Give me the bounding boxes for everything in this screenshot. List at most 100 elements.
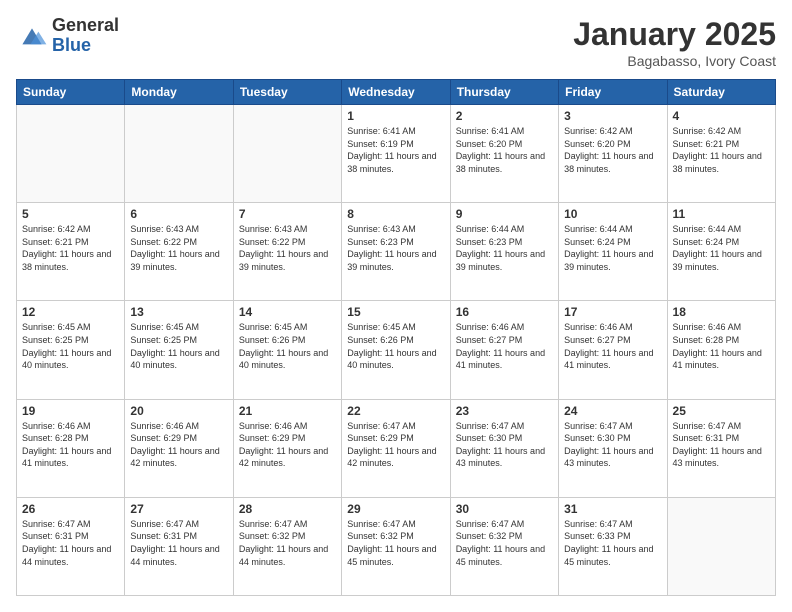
day-info: Sunrise: 6:45 AM Sunset: 6:25 PM Dayligh…: [22, 321, 119, 371]
day-number: 26: [22, 502, 119, 516]
day-info: Sunrise: 6:44 AM Sunset: 6:24 PM Dayligh…: [564, 223, 661, 273]
day-number: 1: [347, 109, 444, 123]
day-number: 4: [673, 109, 770, 123]
day-info: Sunrise: 6:44 AM Sunset: 6:23 PM Dayligh…: [456, 223, 553, 273]
day-number: 7: [239, 207, 336, 221]
day-number: 11: [673, 207, 770, 221]
day-number: 14: [239, 305, 336, 319]
table-row: [17, 105, 125, 203]
calendar-table: Sunday Monday Tuesday Wednesday Thursday…: [16, 79, 776, 596]
day-number: 19: [22, 404, 119, 418]
day-info: Sunrise: 6:46 AM Sunset: 6:27 PM Dayligh…: [456, 321, 553, 371]
calendar-week-4: 19 Sunrise: 6:46 AM Sunset: 6:28 PM Dayli…: [17, 399, 776, 497]
table-row: 28 Sunrise: 6:47 AM Sunset: 6:32 PM Dayli…: [233, 497, 341, 595]
day-info: Sunrise: 6:46 AM Sunset: 6:28 PM Dayligh…: [22, 420, 119, 470]
col-saturday: Saturday: [667, 80, 775, 105]
day-number: 13: [130, 305, 227, 319]
table-row: 27Sunrise: 6:47 AM Sunset: 6:31 PM Dayli…: [125, 497, 233, 595]
col-wednesday: Wednesday: [342, 80, 450, 105]
day-info: Sunrise: 6:45 AM Sunset: 6:25 PM Dayligh…: [130, 321, 227, 371]
day-number: 2: [456, 109, 553, 123]
day-number: 6: [130, 207, 227, 221]
table-row: 9 Sunrise: 6:44 AM Sunset: 6:23 PM Daylig…: [450, 203, 558, 301]
day-number: 20: [130, 404, 227, 418]
table-row: 25Sunrise: 6:47 AM Sunset: 6:31 PM Dayli…: [667, 399, 775, 497]
table-row: 22 Sunrise: 6:47 AM Sunset: 6:29 PM Dayli…: [342, 399, 450, 497]
day-info: Sunrise: 6:47 AM Sunset: 6:32 PM Dayligh…: [456, 518, 553, 568]
day-info: Sunrise: 6:43 AM Sunset: 6:23 PM Dayligh…: [347, 223, 444, 273]
table-row: 30 Sunrise: 6:47 AM Sunset: 6:32 PM Dayli…: [450, 497, 558, 595]
day-number: 15: [347, 305, 444, 319]
day-number: 21: [239, 404, 336, 418]
day-info: Sunrise: 6:41 AM Sunset: 6:20 PM Dayligh…: [456, 125, 553, 175]
col-thursday: Thursday: [450, 80, 558, 105]
col-tuesday: Tuesday: [233, 80, 341, 105]
day-number: 12: [22, 305, 119, 319]
table-row: 8 Sunrise: 6:43 AM Sunset: 6:23 PM Daylig…: [342, 203, 450, 301]
logo-general: General: [52, 16, 119, 36]
table-row: 12 Sunrise: 6:45 AM Sunset: 6:25 PM Dayli…: [17, 301, 125, 399]
calendar-week-3: 12 Sunrise: 6:45 AM Sunset: 6:25 PM Dayli…: [17, 301, 776, 399]
day-number: 23: [456, 404, 553, 418]
day-info: Sunrise: 6:47 AM Sunset: 6:30 PM Dayligh…: [564, 420, 661, 470]
logo-icon: [16, 22, 48, 50]
day-info: Sunrise: 6:46 AM Sunset: 6:29 PM Dayligh…: [130, 420, 227, 470]
day-number: 30: [456, 502, 553, 516]
day-info: Sunrise: 6:46 AM Sunset: 6:29 PM Dayligh…: [239, 420, 336, 470]
table-row: 16 Sunrise: 6:46 AM Sunset: 6:27 PM Dayli…: [450, 301, 558, 399]
day-info: Sunrise: 6:41 AM Sunset: 6:19 PM Dayligh…: [347, 125, 444, 175]
table-row: [125, 105, 233, 203]
table-row: 1 Sunrise: 6:41 AM Sunset: 6:19 PM Daylig…: [342, 105, 450, 203]
logo: General Blue: [16, 16, 119, 56]
page: General Blue January 2025 Bagabasso, Ivo…: [0, 0, 792, 612]
day-info: Sunrise: 6:43 AM Sunset: 6:22 PM Dayligh…: [239, 223, 336, 273]
day-info: Sunrise: 6:47 AM Sunset: 6:31 PM Dayligh…: [130, 518, 227, 568]
day-number: 8: [347, 207, 444, 221]
day-number: 22: [347, 404, 444, 418]
table-row: 18Sunrise: 6:46 AM Sunset: 6:28 PM Dayli…: [667, 301, 775, 399]
day-info: Sunrise: 6:47 AM Sunset: 6:29 PM Dayligh…: [347, 420, 444, 470]
table-row: 14 Sunrise: 6:45 AM Sunset: 6:26 PM Dayli…: [233, 301, 341, 399]
day-info: Sunrise: 6:47 AM Sunset: 6:32 PM Dayligh…: [347, 518, 444, 568]
day-number: 3: [564, 109, 661, 123]
table-row: 7 Sunrise: 6:43 AM Sunset: 6:22 PM Daylig…: [233, 203, 341, 301]
table-row: 29 Sunrise: 6:47 AM Sunset: 6:32 PM Dayli…: [342, 497, 450, 595]
table-row: 2 Sunrise: 6:41 AM Sunset: 6:20 PM Daylig…: [450, 105, 558, 203]
table-row: 17Sunrise: 6:46 AM Sunset: 6:27 PM Dayli…: [559, 301, 667, 399]
table-row: 23 Sunrise: 6:47 AM Sunset: 6:30 PM Dayli…: [450, 399, 558, 497]
table-row: 10 Sunrise: 6:44 AM Sunset: 6:24 PM Dayli…: [559, 203, 667, 301]
day-number: 17: [564, 305, 661, 319]
day-number: 16: [456, 305, 553, 319]
day-number: 9: [456, 207, 553, 221]
calendar-week-5: 26 Sunrise: 6:47 AM Sunset: 6:31 PM Dayli…: [17, 497, 776, 595]
table-row: 26Sunrise: 6:47 AM Sunset: 6:31 PM Dayli…: [17, 497, 125, 595]
day-info: Sunrise: 6:47 AM Sunset: 6:33 PM Dayligh…: [564, 518, 661, 568]
day-info: Sunrise: 6:47 AM Sunset: 6:32 PM Dayligh…: [239, 518, 336, 568]
day-info: Sunrise: 6:42 AM Sunset: 6:21 PM Dayligh…: [673, 125, 770, 175]
day-info: Sunrise: 6:47 AM Sunset: 6:30 PM Dayligh…: [456, 420, 553, 470]
day-info: Sunrise: 6:45 AM Sunset: 6:26 PM Dayligh…: [239, 321, 336, 371]
day-number: 10: [564, 207, 661, 221]
table-row: 11Sunrise: 6:44 AM Sunset: 6:24 PM Dayli…: [667, 203, 775, 301]
day-number: 28: [239, 502, 336, 516]
calendar-week-1: 1 Sunrise: 6:41 AM Sunset: 6:19 PM Daylig…: [17, 105, 776, 203]
logo-text: General Blue: [52, 16, 119, 56]
day-number: 24: [564, 404, 661, 418]
col-friday: Friday: [559, 80, 667, 105]
col-sunday: Sunday: [17, 80, 125, 105]
day-number: 18: [673, 305, 770, 319]
table-row: 6 Sunrise: 6:43 AM Sunset: 6:22 PM Daylig…: [125, 203, 233, 301]
table-row: [667, 497, 775, 595]
calendar-header-row: Sunday Monday Tuesday Wednesday Thursday…: [17, 80, 776, 105]
day-number: 31: [564, 502, 661, 516]
header: General Blue January 2025 Bagabasso, Ivo…: [16, 16, 776, 69]
day-info: Sunrise: 6:42 AM Sunset: 6:21 PM Dayligh…: [22, 223, 119, 273]
table-row: 24 Sunrise: 6:47 AM Sunset: 6:30 PM Dayli…: [559, 399, 667, 497]
day-number: 29: [347, 502, 444, 516]
table-row: 3Sunrise: 6:42 AM Sunset: 6:20 PM Daylig…: [559, 105, 667, 203]
table-row: 19 Sunrise: 6:46 AM Sunset: 6:28 PM Dayli…: [17, 399, 125, 497]
table-row: 5Sunrise: 6:42 AM Sunset: 6:21 PM Daylig…: [17, 203, 125, 301]
logo-blue: Blue: [52, 36, 119, 56]
title-location: Bagabasso, Ivory Coast: [573, 53, 776, 69]
day-info: Sunrise: 6:43 AM Sunset: 6:22 PM Dayligh…: [130, 223, 227, 273]
